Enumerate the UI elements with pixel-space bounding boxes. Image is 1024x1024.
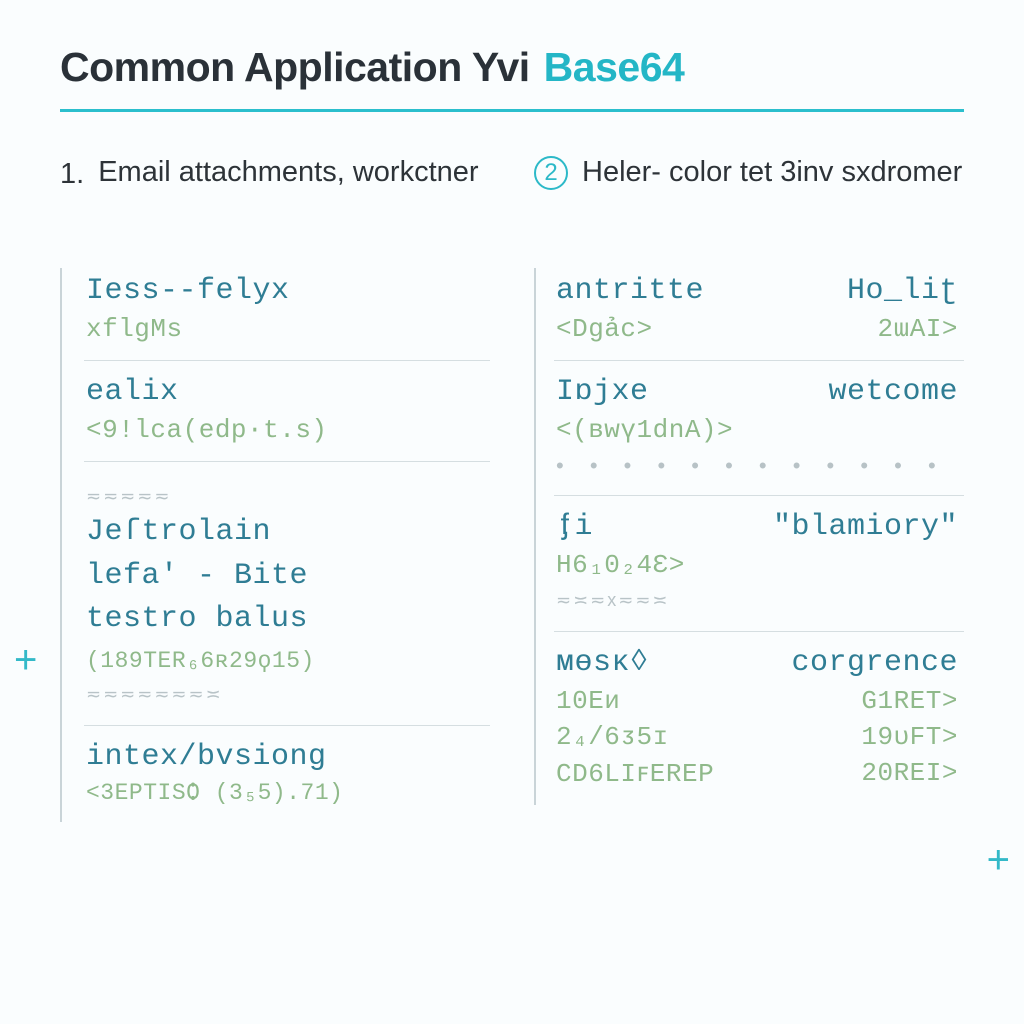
block-title-left: ᴍөsᴋ◊ — [556, 646, 649, 680]
block-title: Iess--felyx — [86, 274, 290, 308]
title-main: Common Application Yvi — [60, 44, 530, 91]
block-sub-left: <Dgảc> — [556, 314, 653, 344]
wave-decoration: ≂≍≂х≂≂≍ — [556, 590, 958, 611]
block-mosk-corgrence: ᴍөsᴋ◊ corgrence 10Eᴎ G1RET> 2₄/6ᴣ5ɪ 19ʋF… — [554, 631, 964, 805]
column-1-heading: Email attachments, workctner — [98, 154, 478, 192]
column-2-marker: 2 — [534, 156, 568, 190]
kv-left: 2₄/6ᴣ5ɪ — [556, 722, 669, 752]
column-1: 1. Email attachments, workctner Iess--fe… — [60, 154, 490, 822]
block-title-right: wetcome — [828, 375, 958, 409]
wave-decoration: ≂≂≂≂≂ — [86, 486, 484, 507]
column-2: 2 Heler- color tet 3inv sxdromer antritt… — [534, 154, 964, 822]
block-title-right: Ho_liʈ — [847, 274, 958, 308]
kv-left: 10Eᴎ — [556, 686, 620, 716]
block-title-left: antritte — [556, 274, 704, 308]
block-intex-bvsiong: intex/bvsiong <3EPTISѺ (3₅5).71) — [84, 725, 490, 822]
block-jestrolain: ≂≂≂≂≂ Jeſtrolain lefa' - Bite testro bal… — [84, 461, 490, 725]
block-blamiory: ᶂi "blamiory" H6₁0₂4Ɛ> ≂≍≂х≂≂≍ — [554, 495, 964, 631]
page-title: Common Application Yvi Base64 — [60, 44, 964, 91]
column-1-blocks: Iess--felyx xflgMs ealix <9!lca(edp·t.s)… — [60, 268, 490, 822]
kv-right: 20REI> — [861, 758, 958, 789]
block-title-right: "blamiory" — [773, 510, 958, 544]
column-2-blocks: antritte Ho_liʈ <Dgảc> 2ɯAI> Iɒjxe wetco… — [534, 268, 964, 805]
block-title: ealix — [86, 375, 179, 409]
column-1-header: 1. Email attachments, workctner — [60, 154, 490, 240]
block-sub: <9!lca(edp·t.s) — [86, 415, 484, 445]
columns: 1. Email attachments, workctner Iess--fe… — [60, 154, 964, 822]
block-title-right: corgrence — [791, 646, 958, 680]
block-multiline-title: Jeſtrolain lefa' - Bite testro balus — [86, 511, 484, 642]
title-accent: Base64 — [544, 44, 685, 91]
kv-left: CD6LIꜰEREP — [556, 758, 714, 789]
dots-decoration: • • • • • • • • • • • • • • • • — [556, 453, 958, 479]
block-iess-felyx: Iess--felyx xflgMs — [84, 268, 490, 360]
column-2-header: 2 Heler- color tet 3inv sxdromer — [534, 154, 964, 240]
block-title-left: ᶂi — [556, 510, 593, 544]
title-underline — [60, 109, 964, 112]
block-sub: (189TER₆6ʀ29ϙ15) — [86, 648, 484, 674]
block-sub: H6₁0₂4Ɛ> — [556, 550, 958, 580]
block-injxe: Iɒjxe wetcome <(вwү1dnA)> • • • • • • • … — [554, 360, 964, 495]
block-title-left: Iɒjxe — [556, 375, 649, 409]
column-1-marker: 1. — [60, 154, 84, 194]
block-title: intex/bvsiong — [86, 740, 327, 774]
kv-right: 19ʋFT> — [861, 722, 958, 752]
plus-icon: + — [987, 840, 1010, 880]
block-ealix: ealix <9!lca(edp·t.s) — [84, 360, 490, 461]
column-2-heading: Heler- color tet 3inv sxdromer — [582, 154, 962, 192]
plus-icon: + — [14, 640, 37, 680]
block-sub: <3EPTISѺ (3₅5).71) — [86, 780, 484, 806]
block-sub-right: 2ɯAI> — [877, 314, 958, 344]
wave-decoration: ≂≂≂≂≂≂≂≍ — [86, 684, 484, 705]
block-antritte: antritte Ho_liʈ <Dgảc> 2ɯAI> — [554, 268, 964, 360]
block-sub: xflgMs — [86, 314, 484, 344]
kv-right: G1RET> — [861, 686, 958, 716]
block-sub: <(вwү1dnA)> — [556, 415, 958, 445]
